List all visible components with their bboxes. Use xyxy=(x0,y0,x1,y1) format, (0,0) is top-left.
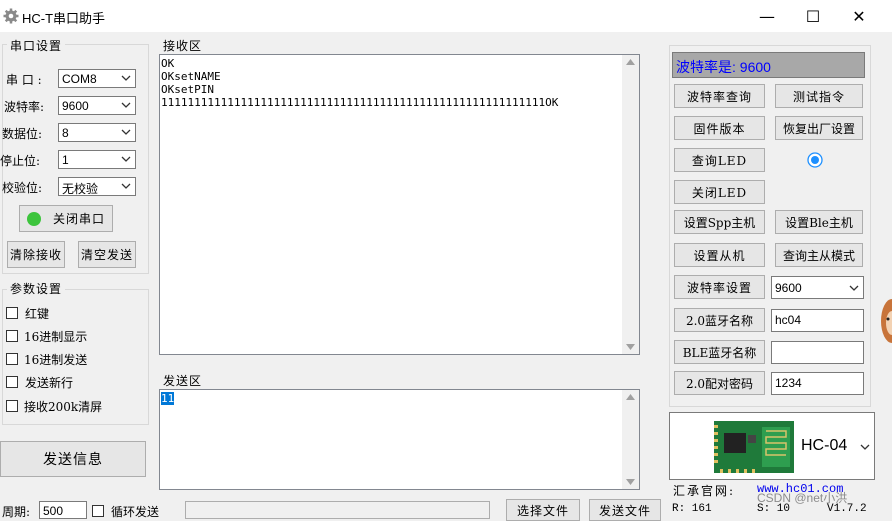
query-led-button[interactable]: 查询LED xyxy=(674,148,765,172)
set-spp-master-button[interactable]: 设置Spp主机 xyxy=(674,210,765,234)
rx-count: R: 161 xyxy=(672,503,712,515)
bt20-pin-button[interactable]: 2.0配对密码 xyxy=(674,371,765,395)
ble-name-input[interactable] xyxy=(771,341,864,364)
send-info-button[interactable]: 发送信息 xyxy=(0,441,146,477)
loop-send-label: 循环发送 xyxy=(111,505,160,519)
send-textarea[interactable]: 11 xyxy=(159,389,640,490)
red-key-checkbox[interactable] xyxy=(6,307,18,319)
hex-send-label: 16进制发送 xyxy=(24,353,88,367)
receive-scrollbar[interactable] xyxy=(622,55,639,354)
ble-name-button[interactable]: BLE蓝牙名称 xyxy=(674,340,765,364)
scroll-down-icon[interactable] xyxy=(626,344,635,350)
scroll-up-icon[interactable] xyxy=(626,394,635,400)
factory-reset-button[interactable]: 恢复出厂设置 xyxy=(775,116,863,140)
port-label: 串 口 : xyxy=(6,73,42,87)
baud-value: 9600 xyxy=(62,99,89,113)
serial-settings-label: 串口设置 xyxy=(7,37,66,54)
chevron-down-icon xyxy=(121,156,131,162)
module-value: HC-04 xyxy=(801,437,848,454)
close-led-button[interactable]: 关闭LED xyxy=(674,180,765,204)
parity-select[interactable]: 无校验 xyxy=(58,177,136,196)
stopbits-value: 1 xyxy=(62,153,69,167)
bluetooth-module-image xyxy=(714,421,794,473)
test-command-button[interactable]: 测试指令 xyxy=(775,84,863,108)
chevron-down-icon xyxy=(860,444,870,450)
close-port-button[interactable]: 关闭串口 xyxy=(19,205,113,232)
scroll-down-icon[interactable] xyxy=(626,479,635,485)
baud-set-button[interactable]: 波特率设置 xyxy=(674,275,765,299)
set-ble-master-button[interactable]: 设置Ble主机 xyxy=(775,210,863,234)
receive-text: OK OKsetNAME OKsetPIN 111111111111111111… xyxy=(161,57,559,109)
receive-label: 接收区 xyxy=(160,37,206,54)
send-newline-checkbox[interactable] xyxy=(6,376,18,388)
query-mode-button[interactable]: 查询主从模式 xyxy=(775,243,863,267)
red-key-label: 红键 xyxy=(25,307,50,321)
period-input[interactable]: 500 xyxy=(39,501,87,519)
clear-200k-checkbox[interactable] xyxy=(6,400,18,412)
databits-select[interactable]: 8 xyxy=(58,123,136,142)
file-path-field[interactable] xyxy=(185,501,490,519)
send-text: 11 xyxy=(161,392,175,405)
port-select[interactable]: COM8 xyxy=(58,69,136,88)
clear-200k-label: 接收200k清屏 xyxy=(24,400,103,414)
stopbits-label: 停止位: xyxy=(0,154,41,168)
bt20-name-input[interactable]: hc04 xyxy=(771,309,864,332)
green-led-icon xyxy=(26,211,41,226)
chevron-down-icon xyxy=(121,75,131,81)
loop-send-checkbox[interactable] xyxy=(92,505,104,517)
bt20-name-button[interactable]: 2.0蓝牙名称 xyxy=(674,308,765,332)
clear-send-button[interactable]: 清空发送 xyxy=(78,241,136,268)
scroll-up-icon[interactable] xyxy=(626,59,635,65)
minimize-button[interactable]: — xyxy=(744,0,790,32)
hex-display-checkbox[interactable] xyxy=(6,330,18,342)
baud-rate-display: 波特率是: 9600 xyxy=(672,52,865,78)
send-file-button[interactable]: 发送文件 xyxy=(589,499,661,521)
mascot-icon xyxy=(881,299,892,343)
chevron-down-icon xyxy=(121,183,131,189)
window-title: HC-T串口助手 xyxy=(22,11,106,26)
baud-set-value: 9600 xyxy=(775,281,802,295)
choose-file-button[interactable]: 选择文件 xyxy=(506,499,580,521)
send-label: 发送区 xyxy=(160,372,206,389)
version-label: V1.7.2 xyxy=(827,503,867,515)
gear-icon xyxy=(3,8,19,24)
baud-select[interactable]: 9600 xyxy=(58,96,136,115)
module-select[interactable]: HC-04 xyxy=(669,412,875,480)
baud-set-select[interactable]: 9600 xyxy=(771,276,864,299)
hex-display-label: 16进制显示 xyxy=(24,330,88,344)
bt20-pin-input[interactable]: 1234 xyxy=(771,372,864,395)
firmware-version-button[interactable]: 固件版本 xyxy=(674,116,765,140)
send-newline-label: 发送新行 xyxy=(25,376,74,390)
port-value: COM8 xyxy=(62,72,97,86)
send-scrollbar[interactable] xyxy=(622,390,639,489)
chevron-down-icon xyxy=(121,129,131,135)
param-settings-label: 参数设置 xyxy=(7,280,66,297)
maximize-button[interactable]: ☐ xyxy=(790,0,836,32)
chevron-down-icon xyxy=(121,102,131,108)
baud-query-button[interactable]: 波特率查询 xyxy=(674,84,765,108)
baud-label: 波特率: xyxy=(4,100,45,114)
parity-label: 校验位: xyxy=(2,181,43,195)
hex-send-checkbox[interactable] xyxy=(6,353,18,365)
stopbits-select[interactable]: 1 xyxy=(58,150,136,169)
close-port-label: 关闭串口 xyxy=(52,212,105,226)
set-slave-button[interactable]: 设置从机 xyxy=(674,243,765,267)
period-label: 周期: xyxy=(2,505,31,519)
close-button[interactable]: ✕ xyxy=(836,0,882,32)
tx-count: S: 10 xyxy=(757,503,791,515)
website-label: 汇承官网: xyxy=(673,484,736,498)
databits-value: 8 xyxy=(62,126,69,140)
databits-label: 数据位: xyxy=(2,127,43,141)
parity-value: 无校验 xyxy=(62,182,99,196)
chevron-down-icon xyxy=(849,285,859,291)
clear-receive-button[interactable]: 清除接收 xyxy=(7,241,65,268)
led-radio-icon[interactable] xyxy=(807,152,823,168)
receive-textarea[interactable]: OK OKsetNAME OKsetPIN 111111111111111111… xyxy=(159,54,640,355)
